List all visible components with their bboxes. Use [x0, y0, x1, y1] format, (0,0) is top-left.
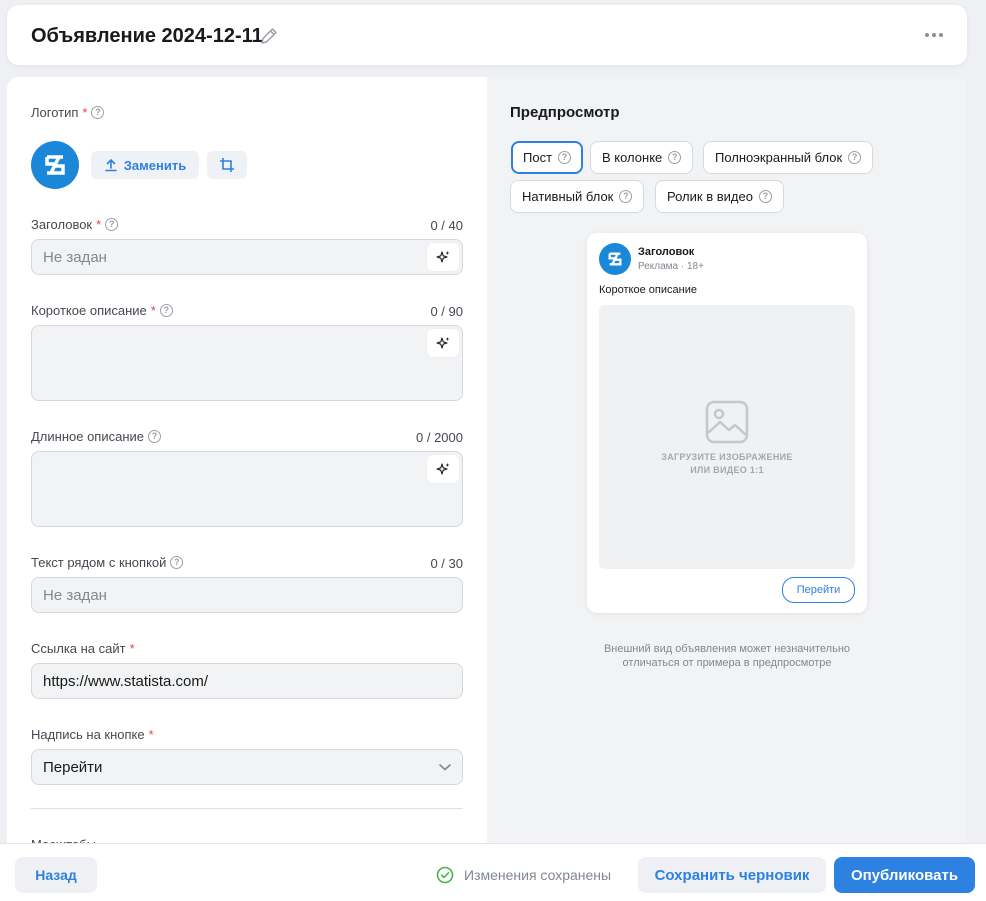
help-icon[interactable]: ?	[758, 190, 772, 203]
tab-in-video[interactable]: Ролик в видео ?	[655, 180, 784, 213]
back-button[interactable]: Назад	[15, 857, 97, 893]
help-icon[interactable]: ?	[170, 556, 184, 569]
check-circle-icon	[436, 866, 454, 884]
button-caption-label: Надпись на кнопке	[31, 727, 145, 742]
upload-icon	[104, 158, 117, 172]
tab-post[interactable]: Пост ?	[511, 141, 584, 174]
required-mark: *	[96, 217, 102, 232]
ad-logo	[599, 243, 631, 275]
save-status-text: Изменения сохранены	[464, 867, 612, 883]
site-link-value: https://www.statista.com/	[43, 673, 209, 690]
ad-image-hint: ЗАГРУЗИТЕ ИЗОБРАЖЕНИЕ ИЛИ ВИДЕО 1:1	[599, 451, 855, 477]
button-text-input[interactable]: Не задан	[31, 577, 463, 613]
footer-bar: Назад Изменения сохранены Сохранить черн…	[0, 843, 986, 901]
ai-generate-button[interactable]	[427, 329, 459, 357]
help-icon[interactable]: ?	[619, 190, 633, 203]
long-desc-counter: 0 / 2000	[416, 430, 463, 445]
long-desc-label-row: Длинное описание ?	[31, 429, 162, 444]
sparkle-icon	[436, 251, 450, 263]
chevron-down-icon	[439, 764, 451, 771]
sparkle-icon	[436, 337, 450, 349]
required-mark: *	[150, 303, 156, 318]
preview-note-line: отличаться от примера в предпросмотре	[622, 657, 832, 669]
help-icon[interactable]: ?	[148, 430, 162, 443]
logo-label-row: Логотип * ?	[31, 105, 105, 120]
ai-generate-button[interactable]	[427, 455, 459, 483]
button-text-placeholder: Не задан	[43, 587, 107, 604]
tab-label: Ролик в видео	[667, 189, 753, 204]
site-link-label: Ссылка на сайт	[31, 641, 126, 656]
ad-image-placeholder: ЗАГРУЗИТЕ ИЗОБРАЖЕНИЕ ИЛИ ВИДЕО 1:1	[599, 305, 855, 569]
help-icon[interactable]: ?	[105, 218, 119, 231]
title-label-row: Заголовок * ?	[31, 217, 119, 232]
crop-logo-button[interactable]	[207, 151, 247, 179]
preview-note-line: Внешний вид объявления может незначитель…	[603, 643, 851, 655]
ad-preview-card: Заголовок Реклама · 18+ Короткое описани…	[587, 233, 867, 613]
site-link-input[interactable]: https://www.statista.com/	[31, 663, 463, 699]
short-desc-label-row: Короткое описание * ?	[31, 303, 173, 318]
title-placeholder: Не задан	[43, 249, 107, 266]
sparkle-icon	[436, 463, 450, 475]
long-desc-label: Длинное описание	[31, 429, 145, 444]
logo-label: Логотип	[31, 105, 79, 120]
publish-button[interactable]: Опубликовать	[834, 857, 975, 893]
section-divider	[31, 808, 463, 809]
help-icon[interactable]: ?	[558, 151, 572, 164]
tab-label: Нативный блок	[522, 189, 614, 204]
long-desc-textarea[interactable]	[31, 451, 463, 527]
ad-headline: Заголовок	[638, 246, 695, 258]
help-icon[interactable]: ?	[848, 151, 862, 164]
preview-panel: Предпросмотр Пост ? В колонке ? Полноэкр…	[487, 77, 967, 847]
save-draft-button[interactable]: Сохранить черновик	[638, 857, 826, 893]
title-counter: 0 / 40	[430, 218, 463, 233]
crop-icon	[220, 158, 234, 172]
more-icon[interactable]	[925, 29, 945, 41]
button-caption-value: Перейти	[43, 759, 103, 776]
ad-image-hint-line: ИЛИ ВИДЕО 1:1	[690, 465, 764, 475]
help-icon[interactable]: ?	[91, 106, 105, 119]
ad-form: Логотип * ? Заменить Заголовок * ? 0 / 4…	[7, 77, 487, 847]
tab-column[interactable]: В колонке ?	[590, 141, 694, 174]
title-input[interactable]: Не задан	[31, 239, 463, 275]
logo-image	[31, 141, 79, 189]
preview-note: Внешний вид объявления может незначитель…	[567, 642, 887, 670]
button-text-label-row: Текст рядом с кнопкой ?	[31, 555, 184, 570]
brand-logo-icon	[608, 252, 622, 266]
button-text-counter: 0 / 30	[430, 556, 463, 571]
page-title: Объявление 2024-12-11	[31, 25, 263, 47]
required-mark: *	[129, 641, 135, 656]
title-label: Заголовок	[31, 217, 93, 232]
tab-fullscreen[interactable]: Полноэкранный блок ?	[703, 141, 874, 174]
ad-cta-button[interactable]: Перейти	[782, 577, 855, 603]
ad-editor-card: Логотип * ? Заменить Заголовок * ? 0 / 4…	[7, 77, 967, 847]
tab-label: Полноэкранный блок	[715, 150, 843, 165]
short-desc-label: Короткое описание	[31, 303, 147, 318]
help-icon[interactable]: ?	[668, 151, 682, 164]
required-mark: *	[148, 727, 154, 742]
site-link-label-row: Ссылка на сайт *	[31, 641, 135, 656]
save-status: Изменения сохранены	[436, 866, 611, 884]
ad-description: Короткое описание	[599, 284, 697, 296]
help-icon[interactable]: ?	[159, 304, 173, 317]
button-caption-label-row: Надпись на кнопке *	[31, 727, 154, 742]
ad-sub: Реклама · 18+	[638, 261, 704, 272]
short-desc-counter: 0 / 90	[430, 304, 463, 319]
replace-logo-label: Заменить	[123, 157, 187, 173]
short-desc-textarea[interactable]	[31, 325, 463, 401]
ad-image-hint-line: ЗАГРУЗИТЕ ИЗОБРАЖЕНИЕ	[661, 452, 793, 462]
page-header: Объявление 2024-12-11	[7, 5, 967, 65]
tab-label: В колонке	[602, 150, 663, 165]
preview-title: Предпросмотр	[510, 104, 620, 121]
image-icon	[705, 400, 749, 444]
tab-native[interactable]: Нативный блок ?	[510, 180, 645, 213]
replace-logo-button[interactable]: Заменить	[91, 151, 199, 179]
button-caption-select[interactable]: Перейти	[31, 749, 463, 785]
brand-logo-icon	[45, 155, 65, 175]
ai-generate-button[interactable]	[427, 243, 459, 271]
pencil-icon[interactable]	[259, 26, 279, 46]
tab-label: Пост	[523, 150, 553, 165]
required-mark: *	[82, 105, 88, 120]
button-text-label: Текст рядом с кнопкой	[31, 555, 167, 570]
